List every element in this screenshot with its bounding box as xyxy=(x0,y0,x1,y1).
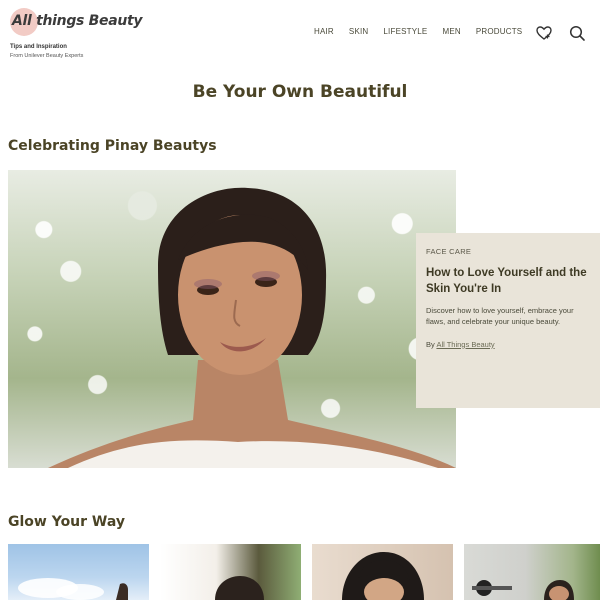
site-header: All things Beauty Tips and Inspiration F… xyxy=(0,0,600,64)
glow-thumbnail-4[interactable] xyxy=(464,544,600,600)
main-nav: HAIR SKIN LIFESTYLE MEN PRODUCTS xyxy=(314,27,537,36)
site-logo[interactable]: All things Beauty xyxy=(8,6,143,46)
favorites-heart-icon[interactable] xyxy=(535,24,553,42)
nav-item-lifestyle[interactable]: LIFESTYLE xyxy=(383,27,427,36)
glow-thumbnail-2[interactable] xyxy=(160,544,301,600)
nav-item-products[interactable]: PRODUCTS xyxy=(476,27,523,36)
nav-item-hair[interactable]: HAIR xyxy=(314,27,334,36)
hero-title: Be Your Own Beautiful xyxy=(192,82,408,102)
card-byline: By All Things Beauty xyxy=(426,340,590,349)
glow-thumbnail-1[interactable] xyxy=(8,544,149,600)
nav-item-men[interactable]: MEN xyxy=(442,27,460,36)
card-category: FACE CARE xyxy=(426,247,472,256)
feature-article-card[interactable]: FACE CARE How to Love Yourself and the S… xyxy=(416,233,600,408)
glow-thumbnail-3[interactable] xyxy=(312,544,453,600)
search-icon[interactable] xyxy=(568,24,586,42)
tagline: Tips and Inspiration xyxy=(10,44,67,50)
byline-prefix: By xyxy=(426,339,435,349)
card-title[interactable]: How to Love Yourself and the Skin You're… xyxy=(426,265,590,297)
section-title-glow: Glow Your Way xyxy=(8,514,126,530)
logo-text: All things Beauty xyxy=(12,13,143,29)
author-link[interactable]: All Things Beauty xyxy=(436,340,494,349)
section-title-celebrating: Celebrating Pinay Beautys xyxy=(8,138,217,154)
feature-image[interactable] xyxy=(8,170,456,468)
subtagline: From Unilever Beauty Experts xyxy=(10,53,84,59)
card-description: Discover how to love yourself, embrace y… xyxy=(426,306,574,327)
nav-item-skin[interactable]: SKIN xyxy=(349,27,368,36)
